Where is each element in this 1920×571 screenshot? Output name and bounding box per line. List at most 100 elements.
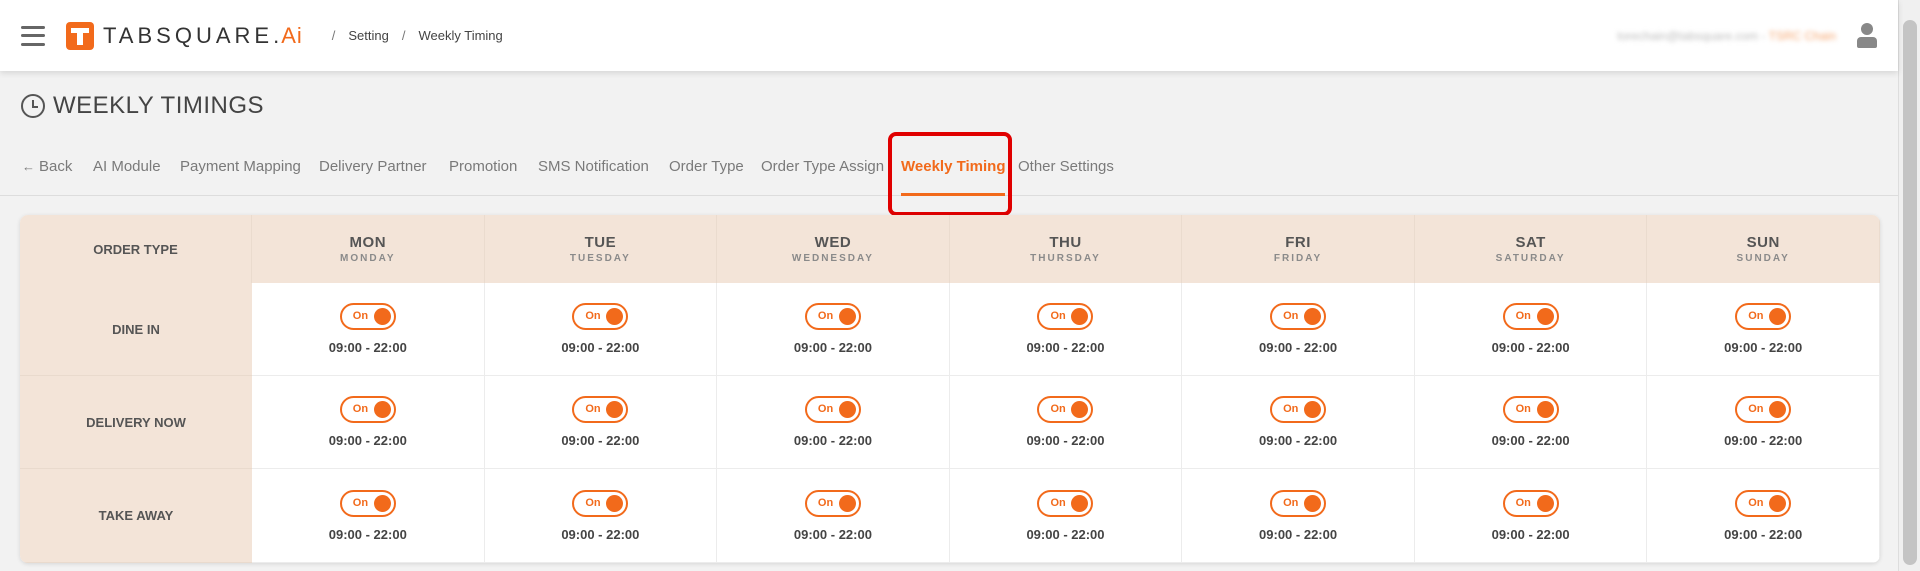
time-range[interactable]: 09:00 - 22:00: [1259, 527, 1337, 542]
brand-logo[interactable]: TABSQUARE.Ai: [66, 21, 303, 50]
tab-order-type[interactable]: Order Type: [669, 148, 744, 196]
time-range[interactable]: 09:00 - 22:00: [1492, 433, 1570, 448]
time-range[interactable]: 09:00 - 22:00: [561, 340, 639, 355]
timing-cell: On 09:00 - 22:00: [1647, 469, 1880, 563]
tab-payment-mapping[interactable]: Payment Mapping: [180, 148, 301, 196]
timing-cell: On 09:00 - 22:00: [717, 469, 950, 563]
availability-toggle[interactable]: On: [1502, 396, 1559, 423]
time-range[interactable]: 09:00 - 22:00: [1026, 340, 1104, 355]
time-range[interactable]: 09:00 - 22:00: [329, 433, 407, 448]
availability-toggle[interactable]: On: [1735, 303, 1792, 330]
day-short-label: TUE: [584, 234, 617, 251]
breadcrumb-setting[interactable]: Setting: [348, 28, 388, 43]
tab-other-settings[interactable]: Other Settings: [1018, 148, 1114, 196]
time-range[interactable]: 09:00 - 22:00: [561, 527, 639, 542]
availability-toggle[interactable]: On: [1037, 489, 1094, 517]
availability-toggle[interactable]: On: [1502, 303, 1559, 330]
page-scrollbar[interactable]: [1898, 0, 1920, 571]
time-range[interactable]: 09:00 - 22:00: [1492, 527, 1570, 542]
availability-toggle[interactable]: On: [1270, 396, 1327, 423]
column-header-tue: TUE TUESDAY: [484, 215, 718, 283]
availability-toggle[interactable]: On: [1270, 489, 1327, 517]
tab-promotion[interactable]: Promotion: [449, 148, 517, 196]
time-range[interactable]: 09:00 - 22:00: [1724, 433, 1802, 448]
time-range[interactable]: 09:00 - 22:00: [1259, 340, 1337, 355]
tab-ai-module[interactable]: AI Module: [93, 148, 161, 196]
toggle-knob: [373, 401, 391, 418]
time-range[interactable]: 09:00 - 22:00: [1724, 340, 1802, 355]
time-range[interactable]: 09:00 - 22:00: [329, 340, 407, 355]
page-title: WEEKLY TIMINGS: [21, 92, 264, 120]
toggle-label: On: [585, 310, 601, 322]
toggle-label: On: [1283, 496, 1299, 509]
column-header-mon: MON MONDAY: [252, 215, 485, 283]
tab-sms-notification[interactable]: SMS Notification: [538, 148, 649, 196]
user-avatar-icon[interactable]: [1856, 22, 1878, 49]
day-short-label: THU: [1049, 234, 1082, 251]
toggle-label: On: [817, 496, 834, 509]
timing-cell: On 09:00 - 22:00: [252, 376, 485, 469]
availability-toggle[interactable]: On: [572, 396, 629, 423]
time-range[interactable]: 09:00 - 22:00: [1026, 433, 1104, 448]
availability-toggle[interactable]: On: [339, 489, 396, 517]
tab-delivery-partner[interactable]: Delivery Partner: [319, 148, 427, 196]
availability-toggle[interactable]: On: [572, 303, 629, 330]
time-range[interactable]: 09:00 - 22:00: [1259, 433, 1337, 448]
availability-toggle[interactable]: On: [804, 396, 861, 423]
toggle-knob: [373, 494, 391, 512]
scrollbar-thumb[interactable]: [1903, 20, 1917, 565]
day-long-label: TUESDAY: [569, 253, 631, 264]
toggle-knob: [1536, 401, 1554, 418]
column-header-sun: SUN SUNDAY: [1647, 215, 1880, 283]
availability-toggle[interactable]: On: [1735, 489, 1792, 517]
time-range[interactable]: 09:00 - 22:00: [794, 433, 872, 448]
availability-toggle[interactable]: On: [1270, 303, 1327, 330]
availability-toggle[interactable]: On: [339, 396, 396, 423]
tab-weekly-timing[interactable]: Weekly Timing: [901, 148, 1006, 196]
row-label-dine-in: DINE IN: [20, 283, 252, 376]
tab-back[interactable]: ← Back: [22, 148, 72, 196]
day-long-label: FRIDAY: [1273, 253, 1323, 264]
hamburger-menu-icon[interactable]: [21, 25, 45, 46]
user-account-text[interactable]: torechain@tabsquare.com - TSRC Chain: [1617, 29, 1836, 43]
toggle-label: On: [1515, 310, 1531, 322]
availability-toggle[interactable]: On: [804, 303, 861, 330]
time-range[interactable]: 09:00 - 22:00: [329, 527, 407, 542]
timing-cell: On 09:00 - 22:00: [1414, 469, 1648, 563]
availability-toggle[interactable]: On: [1735, 396, 1792, 423]
tab-order-type-assign[interactable]: Order Type Assign: [761, 148, 884, 196]
timing-cell: On 09:00 - 22:00: [484, 469, 718, 563]
toggle-label: On: [1050, 496, 1066, 509]
day-short-label: WED: [814, 234, 852, 251]
time-range[interactable]: 09:00 - 22:00: [1724, 527, 1802, 542]
column-header-fri: FRI FRIDAY: [1182, 215, 1415, 283]
time-range[interactable]: 09:00 - 22:00: [794, 340, 872, 355]
availability-toggle[interactable]: On: [1037, 303, 1094, 330]
timing-cell: On 09:00 - 22:00: [717, 376, 950, 469]
time-range[interactable]: 09:00 - 22:00: [794, 527, 872, 542]
top-header: TABSQUARE.Ai / Setting / Weekly Timing t…: [0, 0, 1898, 71]
toggle-knob: [838, 308, 856, 325]
toggle-label: On: [352, 403, 369, 415]
availability-toggle[interactable]: On: [804, 489, 861, 517]
day-short-label: SAT: [1515, 234, 1546, 251]
availability-toggle[interactable]: On: [1037, 396, 1094, 423]
timing-cell: On 09:00 - 22:00: [1647, 283, 1880, 376]
availability-toggle[interactable]: On: [1502, 489, 1559, 517]
toggle-knob: [1071, 494, 1089, 512]
timing-cell: On 09:00 - 22:00: [949, 376, 1183, 469]
time-range[interactable]: 09:00 - 22:00: [561, 433, 639, 448]
timing-cell: On 09:00 - 22:00: [949, 283, 1183, 376]
time-range[interactable]: 09:00 - 22:00: [1492, 340, 1570, 355]
toggle-knob: [1769, 494, 1787, 512]
toggle-label: On: [1283, 403, 1299, 415]
availability-toggle[interactable]: On: [572, 489, 629, 517]
timing-cell: On 09:00 - 22:00: [484, 376, 718, 469]
toggle-knob: [1536, 308, 1554, 325]
time-range[interactable]: 09:00 - 22:00: [1026, 527, 1104, 542]
toggle-knob: [606, 401, 624, 418]
weekly-timing-table: ORDER TYPE MON MONDAY TUE TUESDAY WED WEDNESD…: [20, 215, 1880, 563]
toggle-label: On: [1748, 496, 1764, 509]
breadcrumb-weekly-timing: Weekly Timing: [418, 28, 503, 43]
availability-toggle[interactable]: On: [339, 303, 396, 330]
